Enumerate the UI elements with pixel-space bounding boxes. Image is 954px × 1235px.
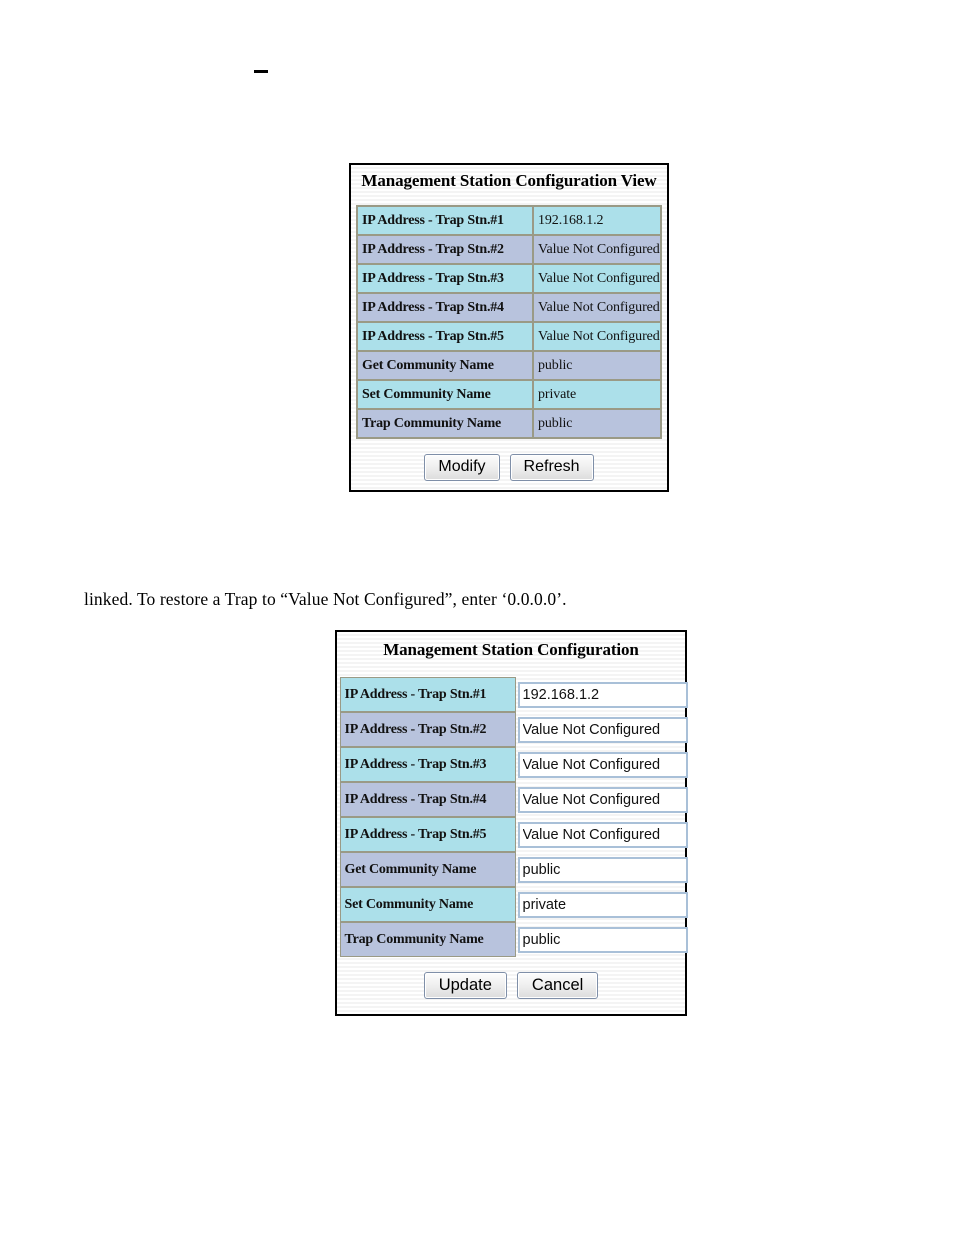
view-row-value: Value Not Configured	[533, 264, 661, 293]
view-row-value: Value Not Configured	[533, 235, 661, 264]
edit-field-input[interactable]	[517, 856, 688, 883]
table-row: Set Community Name	[339, 887, 688, 922]
view-row-label: Get Community Name	[357, 351, 533, 380]
table-row: IP Address - Trap Stn.#3 Value Not Config…	[357, 264, 661, 293]
edit-field-input[interactable]	[517, 716, 688, 743]
edit-row-label: Set Community Name	[339, 887, 516, 922]
table-row: IP Address - Trap Stn.#3	[339, 747, 688, 782]
view-row-label: IP Address - Trap Stn.#2	[357, 235, 533, 264]
table-row: Set Community Name private	[357, 380, 661, 409]
edit-field-input[interactable]	[517, 821, 688, 848]
table-row: IP Address - Trap Stn.#4 Value Not Config…	[357, 293, 661, 322]
edit-field-cell	[516, 712, 688, 747]
edit-row-label: IP Address - Trap Stn.#5	[339, 817, 516, 852]
edit-row-label: IP Address - Trap Stn.#2	[339, 712, 516, 747]
view-row-value: private	[533, 380, 661, 409]
view-row-value: Value Not Configured	[533, 293, 661, 322]
view-row-value: 192.168.1.2	[533, 206, 661, 235]
view-row-label: Trap Community Name	[357, 409, 533, 438]
view-row-label: Set Community Name	[357, 380, 533, 409]
cancel-button[interactable]: Cancel	[516, 972, 599, 1000]
edit-field-cell	[516, 887, 688, 922]
edit-field-cell	[516, 747, 688, 782]
view-row-value: Value Not Configured	[533, 322, 661, 351]
table-row: IP Address - Trap Stn.#2 Value Not Config…	[357, 235, 661, 264]
table-row: Trap Community Name	[339, 922, 688, 957]
update-button[interactable]: Update	[423, 972, 507, 1000]
edit-field-cell	[516, 782, 688, 817]
management-station-view-panel: Management Station Configuration View IP…	[349, 163, 669, 492]
table-row: IP Address - Trap Stn.#1	[339, 677, 688, 712]
view-row-value: public	[533, 351, 661, 380]
edit-field-cell	[516, 922, 688, 957]
edit-row-label: Get Community Name	[339, 852, 516, 887]
table-row: IP Address - Trap Stn.#5	[339, 817, 688, 852]
table-row: Get Community Name public	[357, 351, 661, 380]
view-row-label: IP Address - Trap Stn.#5	[357, 322, 533, 351]
view-table-body: IP Address - Trap Stn.#1 192.168.1.2 IP Ad…	[357, 206, 661, 438]
management-station-config-panel: Management Station Configuration IP Addr…	[335, 630, 688, 1016]
view-panel-title: Management Station Configuration View	[361, 171, 657, 190]
edit-field-input[interactable]	[517, 681, 688, 708]
edit-row-label: Trap Community Name	[339, 922, 516, 957]
view-row-label: IP Address - Trap Stn.#3	[357, 264, 533, 293]
edit-field-input[interactable]	[517, 891, 688, 918]
edit-row-label: IP Address - Trap Stn.#1	[339, 677, 516, 712]
edit-field-input[interactable]	[517, 751, 688, 778]
table-row: IP Address - Trap Stn.#2	[339, 712, 688, 747]
table-row: Get Community Name	[339, 852, 688, 887]
edit-field-cell	[516, 677, 688, 712]
table-row: Trap Community Name public	[357, 409, 661, 438]
edit-button-row: Update Cancel	[337, 972, 685, 1000]
top-dash-mark	[254, 70, 268, 73]
view-row-label: IP Address - Trap Stn.#1	[357, 206, 533, 235]
table-row: IP Address - Trap Stn.#5 Value Not Config…	[357, 322, 661, 351]
table-row: IP Address - Trap Stn.#4	[339, 782, 688, 817]
edit-row-label: IP Address - Trap Stn.#4	[339, 782, 516, 817]
edit-field-cell	[516, 817, 688, 852]
modify-button[interactable]: Modify	[424, 454, 500, 481]
edit-row-label: IP Address - Trap Stn.#3	[339, 747, 516, 782]
edit-panel-title: Management Station Configuration	[383, 640, 639, 659]
table-row: IP Address - Trap Stn.#1 192.168.1.2	[357, 206, 661, 235]
view-button-row: Modify Refresh	[351, 454, 667, 481]
edit-table-body: IP Address - Trap Stn.#1IP Address - Tra…	[339, 677, 688, 957]
edit-field-input[interactable]	[517, 926, 688, 953]
refresh-button[interactable]: Refresh	[509, 454, 594, 481]
view-config-table: IP Address - Trap Stn.#1 192.168.1.2 IP Ad…	[356, 205, 662, 439]
view-row-value: public	[533, 409, 661, 438]
edit-field-input[interactable]	[517, 786, 688, 813]
body-paragraph: linked. To restore a Trap to “Value Not …	[84, 589, 567, 609]
view-row-label: IP Address - Trap Stn.#4	[357, 293, 533, 322]
edit-config-table: IP Address - Trap Stn.#1IP Address - Tra…	[339, 677, 688, 957]
edit-field-cell	[516, 852, 688, 887]
